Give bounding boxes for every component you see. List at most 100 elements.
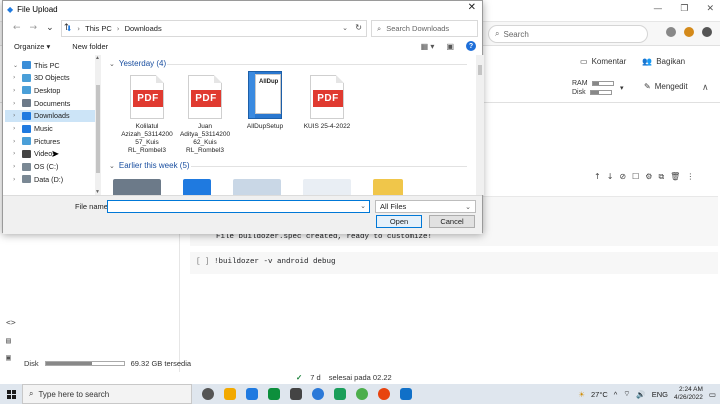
breadcrumb-this-pc[interactable]: This PC [85,24,112,33]
run-cell-button[interactable]: [ ] [196,258,210,266]
settings-icon[interactable]: ⚙ [645,172,652,182]
dialog-search-box[interactable]: ⌕ Search Downloads [371,20,478,37]
taskbar-search[interactable]: ⌕ Type here to search [22,384,192,404]
taskbar-app-icon[interactable] [246,388,258,400]
taskbar-app-icon[interactable] [312,388,324,400]
file-thumbnail[interactable] [183,179,211,195]
delete-icon[interactable]: 🗑 [670,172,680,182]
nav-tree-item[interactable]: › Pictures [5,135,99,147]
chevron-right-icon[interactable]: › [13,125,19,132]
edit-mode-button[interactable]: ✎ Mengedit [644,82,688,91]
refresh-icon[interactable]: ↻ [355,23,362,32]
nav-tree-item[interactable]: › Documents [5,97,99,109]
new-folder-button[interactable]: New folder [72,42,108,51]
taskbar-app-icon[interactable] [400,388,412,400]
open-button[interactable]: Open [376,215,422,228]
file-pane-scrollbar[interactable] [476,55,484,195]
chevron-right-icon[interactable]: › [13,150,19,157]
weather-temp[interactable]: 27°C [591,390,608,399]
chevron-right-icon[interactable]: › [13,112,19,119]
file-type-select[interactable]: All Files ⌄ [375,200,476,213]
nav-pane-scrollbar[interactable]: ▲ ▼ [95,55,101,195]
close-window-button[interactable]: ✕ [706,4,714,14]
file-thumbnail[interactable] [113,179,161,195]
collapse-chevron-icon[interactable]: ∧ [702,82,709,93]
nav-tree-item[interactable]: › 3D Objects [5,72,99,84]
file-name-input[interactable]: ⌄ [107,200,370,213]
resource-monitor[interactable]: RAM Disk [572,80,614,96]
nav-tree-item[interactable]: › Data (D:) [5,173,99,185]
address-dropdown-icon[interactable]: ⌄ [342,24,348,32]
file-thumbnail[interactable] [303,179,351,195]
taskbar-app-icon[interactable] [334,388,346,400]
file-item[interactable]: PDF Juan Aditya_53114200 62_Kuis RL_Rombe… [177,75,233,155]
chevron-right-icon[interactable]: › [13,100,19,107]
back-icon[interactable]: ← [13,23,21,33]
extension-icon[interactable] [666,27,676,37]
address-bar[interactable]: ⬇ › This PC › Downloads ⌄ ↻ [61,20,367,37]
resource-dropdown-icon[interactable]: ▾ [620,84,624,92]
file-item[interactable]: PDF Kolilatul Azizah_53114200 57_Kuis RL_… [119,75,175,155]
taskbar-app-icon[interactable] [202,388,214,400]
link-icon[interactable]: ⊘ [619,172,626,182]
chevron-right-icon[interactable]: › [13,163,19,170]
taskbar-app-icon[interactable] [378,388,390,400]
close-icon[interactable]: ✕ [468,2,476,13]
command-palette-icon[interactable]: ▤ [6,336,11,345]
maximize-button[interactable]: ❐ [680,4,688,14]
chevron-right-icon[interactable]: › [13,74,19,81]
move-up-icon[interactable]: ↑ [594,172,601,182]
minimize-button[interactable]: — [653,4,662,14]
help-icon[interactable]: ? [466,41,476,51]
organize-button[interactable]: Organize ▾ [14,42,50,51]
code-snippets-icon[interactable]: <> [6,318,16,327]
network-icon[interactable]: ⌔ [623,389,630,399]
mirror-cell-icon[interactable]: ⧉ [658,172,664,182]
view-options-icon[interactable]: ▦ ▾ [421,42,435,51]
taskbar-app-icon[interactable] [268,388,280,400]
move-down-icon[interactable]: ↓ [607,172,614,182]
group-header-earlier[interactable]: ⌄ Earlier this week (5) [109,161,190,170]
code-cell[interactable]: [ ] !buildozer -v android debug [190,252,718,274]
file-item[interactable]: PDF KUIS 25-4-2022 [299,75,355,131]
menu-icon[interactable] [702,27,712,37]
code-cell-text[interactable]: !buildozer -v android debug [214,258,336,266]
start-button[interactable] [0,384,22,404]
clock[interactable]: 2:24 AM 4/26/2022 [674,386,703,402]
chevron-right-icon[interactable]: › [13,138,19,145]
notification-icon[interactable]: ▭ [709,390,716,399]
nav-tree-item[interactable]: › OS (C:) [5,161,99,173]
file-thumbnail[interactable] [233,179,281,195]
cancel-button[interactable]: Cancel [429,215,475,228]
taskbar-app-icon[interactable] [224,388,236,400]
chevron-down-icon[interactable]: ⌄ [13,62,19,69]
breadcrumb-downloads[interactable]: Downloads [125,24,162,33]
taskbar-app-icon[interactable] [290,388,302,400]
preview-pane-icon[interactable]: ▣ [446,42,454,51]
chevron-right-icon[interactable]: › [13,176,19,183]
more-options-icon[interactable]: ⋮ [686,172,694,182]
taskbar-app-icon[interactable] [356,388,368,400]
recent-locations-icon[interactable]: ⌄ [46,23,54,33]
group-header-yesterday[interactable]: ⌄ Yesterday (4) [109,59,166,68]
comment-button[interactable]: ▭ Komentar [580,57,626,66]
tray-overflow-icon[interactable]: ^ [614,390,618,399]
nav-tree-item[interactable]: › Desktop [5,84,99,96]
browser-search-box[interactable]: ⌕ Search [488,25,648,43]
forward-icon[interactable]: → [30,23,38,33]
comment-cell-icon[interactable]: ☐ [632,172,639,182]
file-item[interactable]: AllDup AllDupSetup [237,71,293,131]
scroll-up-icon[interactable]: ▲ [95,55,100,61]
volume-icon[interactable]: 🔊 [636,390,645,399]
share-button[interactable]: 👥 Bagikan [642,57,685,66]
nav-tree-item[interactable]: › Downloads [5,109,99,122]
language-indicator[interactable]: ENG [652,390,668,399]
terminal-icon[interactable]: ▣ [6,353,11,362]
chevron-right-icon[interactable]: › [13,87,19,94]
scroll-thumb[interactable] [96,85,100,173]
nav-tree-item[interactable]: › Music [5,123,99,135]
chevron-down-icon[interactable]: ⌄ [360,202,366,210]
scroll-thumb[interactable] [478,65,482,75]
nav-tree-item[interactable]: ⌄ This PC [5,59,99,71]
extension-icon[interactable] [684,27,694,37]
